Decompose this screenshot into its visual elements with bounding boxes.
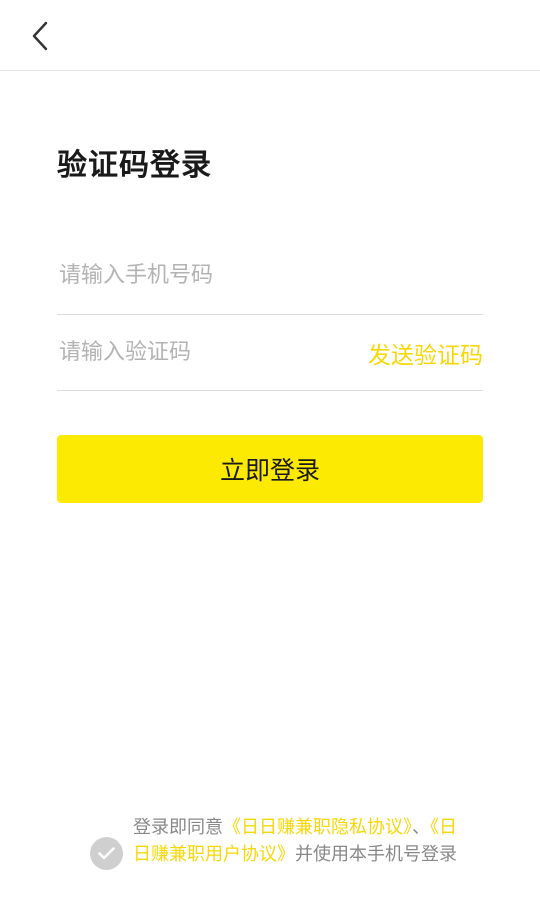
phone-input[interactable]: [57, 236, 483, 314]
verification-code-input[interactable]: [57, 315, 347, 390]
code-field: 发送验证码: [57, 315, 483, 391]
page-title: 验证码登录: [57, 148, 212, 183]
privacy-policy-link[interactable]: 《日日赚兼职隐私协议》: [223, 817, 412, 838]
agreement-prefix: 登录即同意: [133, 817, 223, 838]
agreement-checkbox[interactable]: [90, 837, 123, 870]
chevron-left-icon: [32, 21, 48, 51]
checkmark-icon: [98, 847, 115, 860]
send-code-button[interactable]: 发送验证码: [368, 315, 483, 390]
top-nav-bar: [0, 0, 540, 71]
agreement-suffix: 并使用本手机号登录: [295, 844, 457, 865]
agreement-section: 登录即同意《日日赚兼职隐私协议》、《日日赚兼职用户协议》并使用本手机号登录: [90, 814, 470, 900]
phone-field: [57, 236, 483, 315]
agreement-text: 登录即同意《日日赚兼职隐私协议》、《日日赚兼职用户协议》并使用本手机号登录: [133, 814, 473, 868]
agreement-separator: 、: [412, 817, 430, 838]
back-button[interactable]: [22, 16, 58, 56]
login-button[interactable]: 立即登录: [57, 435, 483, 503]
